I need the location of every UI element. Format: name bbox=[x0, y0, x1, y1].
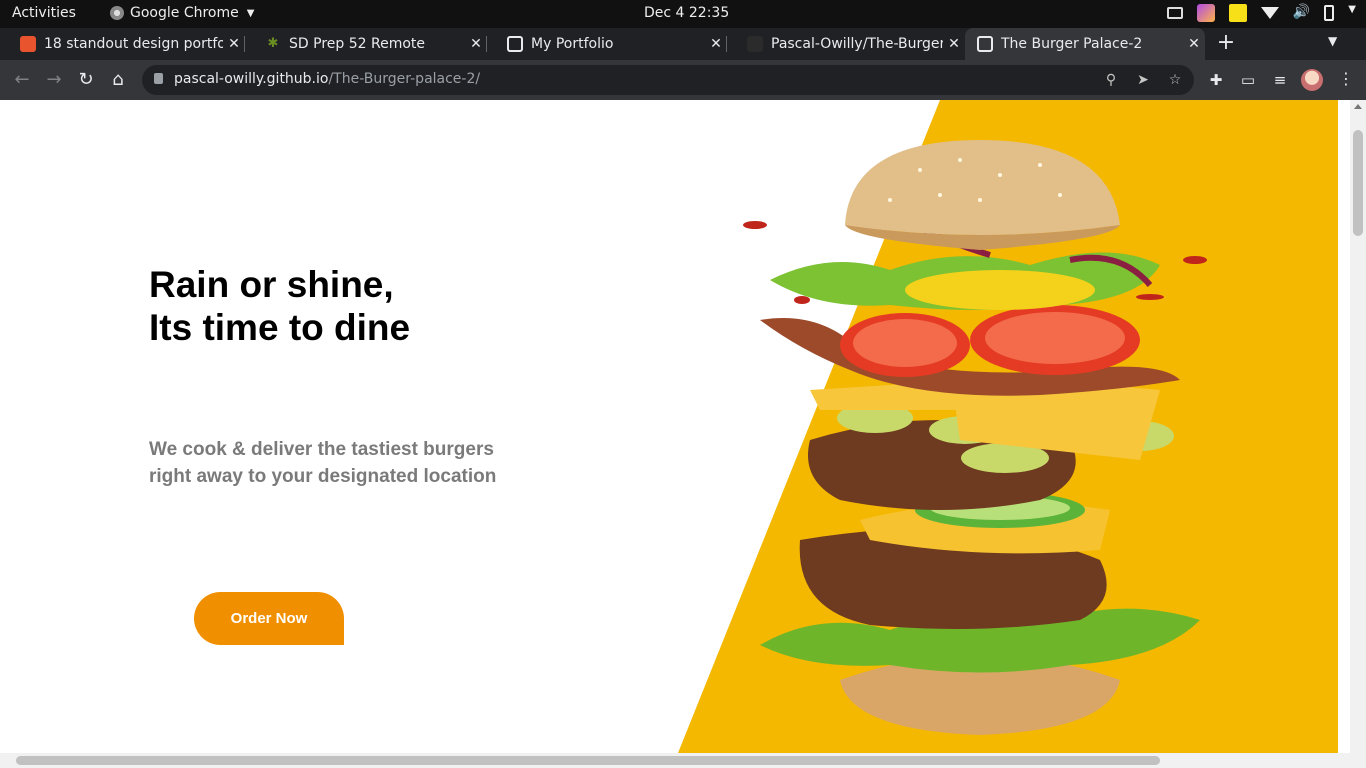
chrome-icon bbox=[110, 6, 124, 20]
close-icon[interactable]: ✕ bbox=[1183, 36, 1205, 52]
reload-icon[interactable]: ↻ bbox=[74, 68, 98, 92]
horizontal-scrollbar[interactable] bbox=[0, 753, 1366, 768]
tab-sd-prep[interactable]: ✱ SD Prep 52 Remote ✕ bbox=[245, 28, 487, 60]
address-bar[interactable]: pascal-owilly.github.io/The-Burger-palac… bbox=[142, 65, 1194, 95]
url-path: /The-Burger-palace-2/ bbox=[328, 71, 481, 87]
profile-avatar[interactable] bbox=[1301, 69, 1323, 91]
back-arrow-icon[interactable]: ← bbox=[10, 68, 34, 92]
tab-title: The Burger Palace-2 bbox=[1001, 36, 1143, 52]
tab-title: SD Prep 52 Remote bbox=[289, 36, 425, 52]
cast-icon[interactable]: ▭ bbox=[1237, 69, 1259, 91]
home-icon[interactable]: ⌂ bbox=[106, 68, 130, 92]
tab-title: Pascal-Owilly/The-Burger-palace-2 bbox=[771, 36, 943, 52]
subtext-line-2: right away to your designated location bbox=[149, 466, 497, 487]
tab-burger-palace[interactable]: The Burger Palace-2 ✕ bbox=[965, 28, 1205, 60]
browser-toolbar: ← → ↻ ⌂ pascal-owilly.github.io/The-Burg… bbox=[0, 60, 1366, 100]
notes-icon[interactable] bbox=[1228, 4, 1247, 22]
media-controls-icon[interactable]: ≡ bbox=[1269, 69, 1291, 91]
close-icon[interactable]: ✕ bbox=[705, 36, 727, 52]
lock-icon[interactable] bbox=[154, 73, 163, 84]
app-menu[interactable]: Google Chrome ▼ bbox=[110, 5, 254, 21]
zoom-icon[interactable]: ⚲ bbox=[1100, 69, 1122, 91]
orange-app-icon bbox=[20, 36, 36, 52]
caret-down-icon: ▼ bbox=[246, 7, 255, 19]
globe-icon bbox=[977, 36, 993, 52]
page-viewport: Rain or shine, Its time to dine We cook … bbox=[0, 100, 1350, 753]
tab-github-repo[interactable]: Pascal-Owilly/The-Burger-palace-2 ✕ bbox=[727, 28, 965, 60]
app-name: Google Chrome bbox=[130, 5, 239, 21]
close-icon[interactable]: ✕ bbox=[465, 36, 487, 52]
bookmark-star-icon[interactable]: ☆ bbox=[1164, 69, 1186, 91]
tab-title: 18 standout design portfolio bbox=[44, 36, 223, 52]
palm-icon: ✱ bbox=[267, 36, 279, 51]
extensions-icon[interactable]: ✚ bbox=[1205, 69, 1227, 91]
close-icon[interactable]: ✕ bbox=[223, 36, 245, 52]
forward-arrow-icon[interactable]: → bbox=[42, 68, 66, 92]
tab-title: My Portfolio bbox=[531, 36, 614, 52]
system-top-bar: Activities Google Chrome ▼ Dec 4 22:35 🔊… bbox=[0, 0, 1366, 28]
vertical-scrollbar[interactable] bbox=[1350, 100, 1366, 753]
github-icon bbox=[747, 36, 763, 52]
hero-headline: Rain or shine, Its time to dine bbox=[149, 263, 410, 349]
vertical-scroll-thumb[interactable] bbox=[1353, 130, 1363, 236]
system-menu-caret-icon[interactable]: ▼ bbox=[1348, 4, 1356, 22]
tab-my-portfolio[interactable]: My Portfolio ✕ bbox=[487, 28, 727, 60]
volume-icon[interactable]: 🔊 bbox=[1293, 4, 1310, 22]
horizontal-scroll-thumb[interactable] bbox=[16, 756, 1160, 765]
clock[interactable]: Dec 4 22:35 bbox=[644, 5, 729, 21]
system-tray[interactable]: 🔊 ▼ bbox=[1166, 4, 1356, 22]
headline-line-1: Rain or shine, bbox=[149, 264, 394, 305]
scroll-up-arrow-icon[interactable] bbox=[1354, 104, 1362, 109]
headline-line-2: Its time to dine bbox=[149, 307, 411, 348]
screen-icon[interactable] bbox=[1166, 7, 1183, 19]
activities-button[interactable]: Activities bbox=[12, 5, 76, 21]
tab-strip: 18 standout design portfolio ✕ ✱ SD Prep… bbox=[0, 28, 1366, 60]
burger-image bbox=[743, 140, 1207, 735]
wifi-icon[interactable] bbox=[1260, 7, 1279, 19]
menu-kebab-icon[interactable]: ⋮ bbox=[1338, 69, 1354, 88]
subtext-line-1: We cook & deliver the tastiest burgers bbox=[149, 439, 494, 460]
hero-subtext: We cook & deliver the tastiest burgers r… bbox=[149, 436, 496, 490]
tab-design-portfolio[interactable]: 18 standout design portfolio ✕ bbox=[0, 28, 245, 60]
url-text[interactable]: pascal-owilly.github.io/The-Burger-palac… bbox=[174, 71, 480, 87]
battery-icon[interactable] bbox=[1324, 5, 1335, 21]
globe-icon bbox=[507, 36, 523, 52]
order-now-button[interactable]: Order Now bbox=[194, 592, 344, 645]
send-icon[interactable]: ➤ bbox=[1132, 69, 1154, 91]
app-indicator-icon[interactable] bbox=[1196, 4, 1215, 22]
tab-search-chevron-icon[interactable]: ▼ bbox=[1328, 34, 1337, 48]
url-host: pascal-owilly.github.io bbox=[174, 71, 329, 87]
new-tab-button[interactable]: + bbox=[1212, 30, 1240, 55]
close-icon[interactable]: ✕ bbox=[943, 36, 965, 52]
